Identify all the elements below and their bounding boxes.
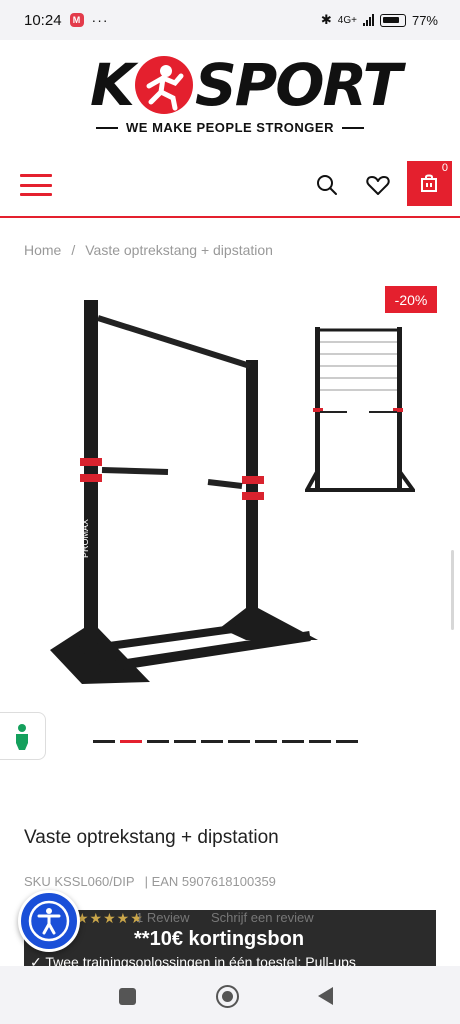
battery-level: 77%	[411, 12, 438, 28]
review-count[interactable]: 1 Review	[136, 910, 189, 925]
product-meta: SKU KSSL060/DIP | EAN 5907618100359	[24, 874, 276, 889]
back-icon[interactable]	[318, 987, 333, 1005]
gallery-dot[interactable]	[282, 740, 304, 743]
gallery-dot[interactable]	[336, 740, 358, 743]
cart-icon	[421, 174, 437, 192]
breadcrumb: Home / Vaste optrekstang + dipstation	[24, 242, 273, 258]
mail-app-icon: M	[69, 13, 84, 27]
status-time: 10:24	[24, 11, 62, 29]
system-navigation-bar	[0, 966, 460, 1024]
logo-tagline: WE MAKE PEOPLE STRONGER	[92, 120, 368, 135]
cart-count-badge: 0	[441, 162, 448, 174]
gallery-dot[interactable]	[174, 740, 196, 743]
accessibility-tab[interactable]	[0, 712, 46, 760]
signal-icon	[362, 14, 374, 26]
logo-text-sport: SPORT	[194, 51, 402, 119]
home-icon[interactable]	[216, 985, 239, 1008]
sku-label: SKU	[24, 874, 51, 889]
breadcrumb-separator: /	[71, 242, 76, 258]
coupon-banner[interactable]: ★★★★★ 1 Review Schrijf een review **10€ …	[24, 910, 436, 966]
product-thumbnail-image[interactable]	[305, 322, 415, 497]
status-bar: 10:24 M ··· ✱ 4G+ 77%	[0, 0, 460, 40]
gallery-dot[interactable]	[309, 740, 331, 743]
gallery-dot[interactable]	[147, 740, 169, 743]
ean-label: | EAN	[144, 874, 179, 889]
usp-line: ✓ Twee trainingsoplossingen in één toest…	[30, 954, 356, 966]
gallery-pagination[interactable]	[93, 740, 358, 743]
accessibility-figure-icon	[16, 724, 28, 750]
network-type: 4G+	[337, 14, 357, 26]
product-gallery[interactable]: PROMAX -20%	[0, 280, 460, 750]
breadcrumb-current: Vaste optrekstang + dipstation	[85, 242, 273, 258]
discount-badge: -20%	[385, 286, 437, 313]
coupon-text[interactable]: **10€ kortingsbon	[134, 928, 304, 951]
sku-value: KSSL060/DIP	[54, 874, 135, 889]
tagline-text: WE MAKE PEOPLE STRONGER	[126, 120, 334, 135]
site-logo[interactable]: K SPORT WE MAKE PEOPLE STRONGER	[0, 40, 460, 150]
scrollbar[interactable]	[451, 550, 454, 630]
ean-value: 5907618100359	[181, 874, 276, 889]
more-notifications-icon: ···	[91, 12, 109, 28]
gallery-dot-active[interactable]	[120, 740, 142, 743]
product-title: Vaste optrekstang + dipstation	[24, 827, 279, 848]
gallery-dot[interactable]	[255, 740, 277, 743]
logo-athlete-icon	[134, 56, 193, 114]
accessibility-icon	[28, 900, 70, 942]
cart-button[interactable]: 0	[407, 161, 452, 206]
recents-icon[interactable]	[119, 988, 136, 1005]
battery-icon	[379, 13, 406, 27]
menu-icon[interactable]	[20, 174, 52, 196]
accessibility-button[interactable]	[18, 890, 80, 952]
gallery-dot[interactable]	[228, 740, 250, 743]
breadcrumb-home[interactable]: Home	[24, 242, 61, 258]
logo-text-k: K	[90, 51, 135, 119]
product-main-image[interactable]: PROMAX	[40, 288, 340, 708]
rating-stars: ★★★★★	[76, 910, 144, 926]
bluetooth-icon: ✱	[320, 12, 332, 27]
svg-text:PROMAX: PROMAX	[80, 519, 90, 558]
search-icon[interactable]	[316, 174, 338, 196]
gallery-dot[interactable]	[93, 740, 115, 743]
write-review-link[interactable]: Schrijf een review	[211, 910, 314, 925]
main-header: 0	[0, 150, 460, 218]
gallery-dot[interactable]	[201, 740, 223, 743]
heart-icon[interactable]	[366, 174, 390, 196]
